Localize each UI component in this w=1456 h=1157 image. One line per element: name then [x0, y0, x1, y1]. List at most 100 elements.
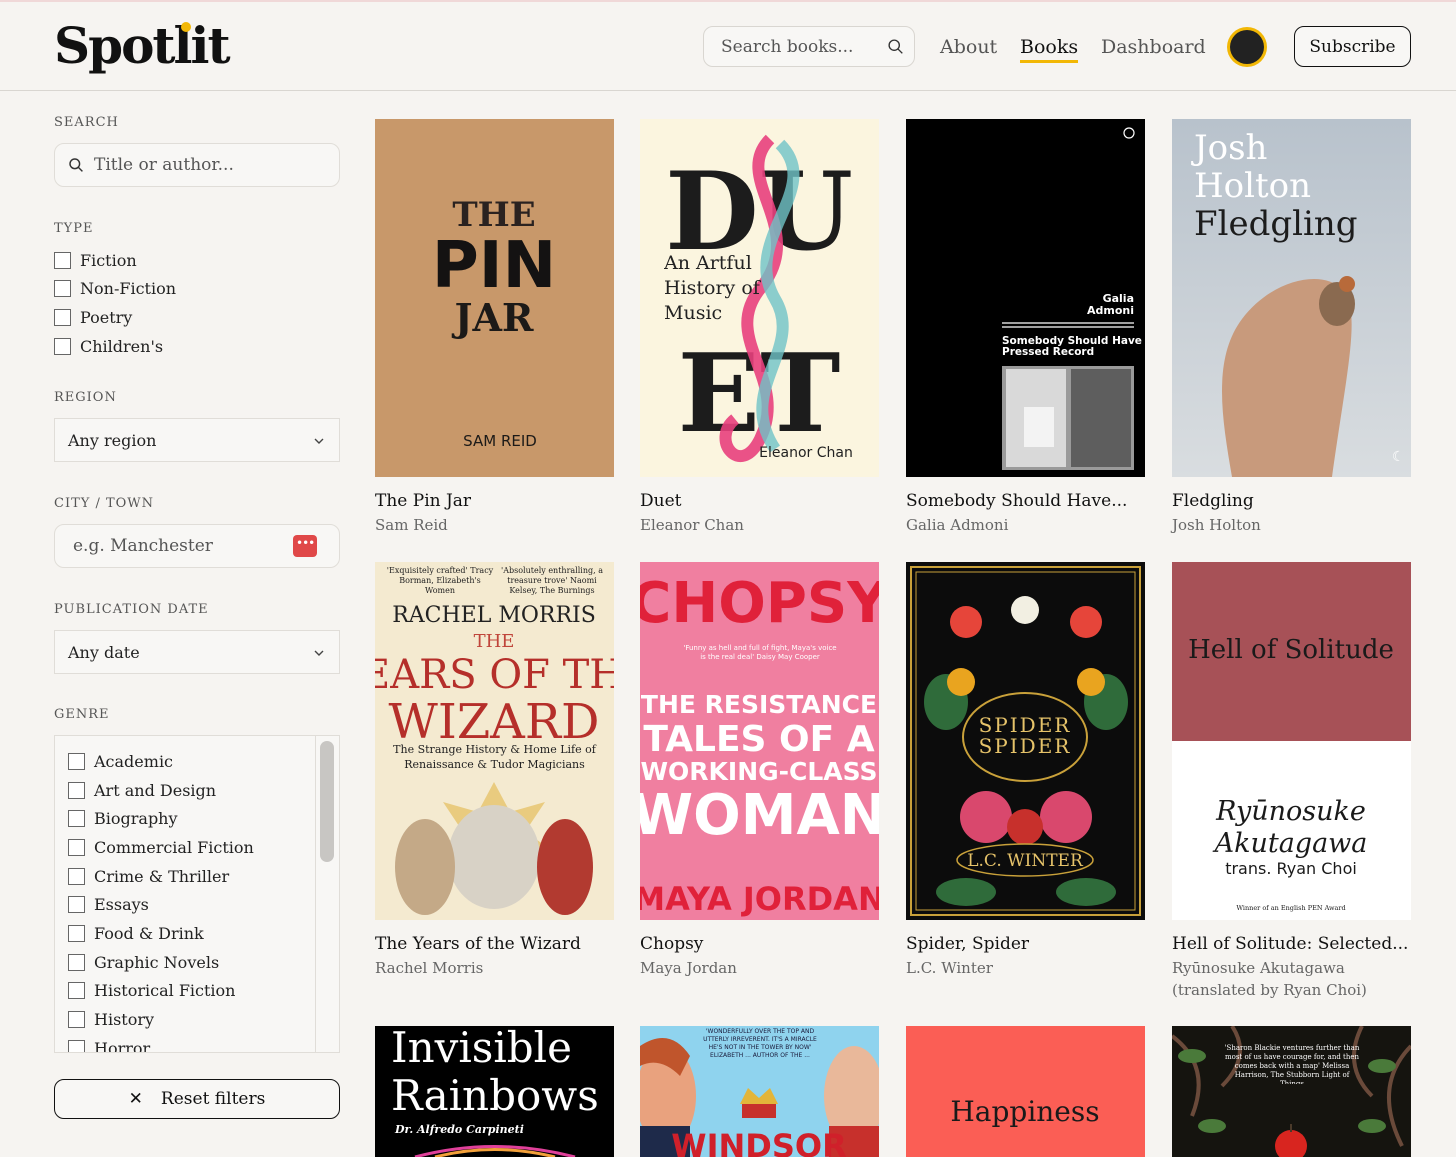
book-author[interactable]: Sam Reid: [375, 514, 448, 536]
book-cover[interactable]: DU ET An Artful History of Music Eleanor…: [640, 119, 879, 477]
search-icon[interactable]: [887, 38, 904, 55]
book-cover[interactable]: SPIDER SPIDER L.C. WINTER: [906, 562, 1145, 920]
genre-filter-label: GENRE: [54, 707, 110, 722]
avatar[interactable]: [1227, 27, 1267, 67]
date-filter-label: PUBLICATION DATE: [54, 602, 209, 617]
svg-text:Invisible: Invisible: [391, 1026, 572, 1072]
book-title[interactable]: Hell of Solitude: Selected...: [1172, 934, 1408, 954]
book-author[interactable]: Maya Jordan: [640, 957, 737, 979]
subscribe-button[interactable]: Subscribe: [1294, 26, 1411, 67]
svg-text:WOMAN: WOMAN: [640, 783, 879, 848]
book-author[interactable]: L.C. Winter: [906, 957, 993, 979]
header-search-input[interactable]: [704, 27, 882, 66]
svg-text:Josh: Josh: [1191, 128, 1267, 168]
type-poetry-checkbox[interactable]: Poetry: [54, 308, 132, 327]
svg-text:Holton: Holton: [1194, 166, 1311, 206]
book-author[interactable]: Galia Admoni: [906, 514, 1008, 536]
svg-text:YEARS OF THE: YEARS OF THE: [375, 652, 614, 698]
genre-scrollbar[interactable]: [315, 736, 339, 1052]
reset-filters-button[interactable]: ✕ Reset filters: [54, 1079, 340, 1119]
region-filter-label: REGION: [54, 390, 117, 405]
book-cover[interactable]: Josh Holton Fledgling ☾: [1172, 119, 1411, 477]
book-title[interactable]: Chopsy: [640, 934, 703, 954]
genre-checkbox[interactable]: Food & Drink: [68, 924, 204, 943]
svg-text:Winner of an English PEN Award: Winner of an English PEN Award: [1236, 904, 1345, 912]
book-author[interactable]: Josh Holton: [1172, 514, 1261, 536]
logo[interactable]: Spotlit: [54, 16, 231, 75]
svg-text:L.C. WINTER: L.C. WINTER: [967, 851, 1084, 871]
city-field: [54, 524, 340, 568]
book-cover[interactable]: CHOPSY 'Funny as hell and full of fight,…: [640, 562, 879, 920]
svg-text:Rainbows: Rainbows: [391, 1071, 599, 1120]
book-cover[interactable]: 'Sharon Blackie ventures further than mo…: [1172, 1026, 1411, 1157]
book-author[interactable]: Ryūnosuke Akutagawa (translated by Ryan …: [1172, 957, 1411, 1001]
book-title[interactable]: Spider, Spider: [906, 934, 1029, 954]
svg-text:Eleanor Chan: Eleanor Chan: [759, 445, 853, 461]
publication-date-select[interactable]: Any date: [54, 630, 340, 674]
genre-checkbox[interactable]: History: [68, 1010, 154, 1029]
nav-dashboard[interactable]: Dashboard: [1101, 36, 1206, 58]
nav-books[interactable]: Books: [1020, 36, 1079, 63]
close-icon: ✕: [128, 1089, 143, 1109]
header-search: [703, 26, 915, 67]
svg-text:Akutagawa: Akutagawa: [1212, 828, 1368, 859]
book-title[interactable]: Duet: [640, 491, 681, 511]
genre-checkbox[interactable]: Biography: [68, 809, 178, 828]
svg-text:Happiness: Happiness: [950, 1095, 1099, 1128]
chevron-down-icon: [314, 650, 324, 656]
nav-about[interactable]: About: [940, 36, 997, 58]
book-title[interactable]: The Years of the Wizard: [375, 934, 581, 954]
city-filter-label: CITY / TOWN: [54, 496, 155, 511]
svg-text:PIN: PIN: [432, 229, 556, 303]
svg-text:Dr. Alfredo Carpineti: Dr. Alfredo Carpineti: [394, 1123, 524, 1136]
city-input[interactable]: [55, 525, 285, 567]
scrollbar-thumb[interactable]: [320, 741, 334, 862]
book-title[interactable]: Fledgling: [1172, 491, 1254, 511]
svg-text:Admoni: Admoni: [1087, 304, 1134, 317]
type-childrens-checkbox[interactable]: Children's: [54, 337, 163, 356]
type-nonfiction-checkbox[interactable]: Non-Fiction: [54, 279, 176, 298]
type-fiction-checkbox[interactable]: Fiction: [54, 251, 137, 270]
svg-text:TALES OF A: TALES OF A: [643, 719, 874, 760]
search-filter-label: SEARCH: [54, 115, 119, 130]
book-cover[interactable]: THE PIN JAR SAM REID: [375, 119, 614, 477]
svg-text:trans. Ryan Choi: trans. Ryan Choi: [1225, 859, 1357, 878]
book-cover[interactable]: Happiness: [906, 1026, 1145, 1157]
svg-text:Ryūnosuke: Ryūnosuke: [1215, 796, 1366, 827]
book-title[interactable]: Somebody Should Have...: [906, 491, 1127, 511]
book-cover[interactable]: Galia Admoni Somebody Should Have Presse…: [906, 119, 1145, 477]
book-cover[interactable]: 'WONDERFULLY OVER THE TOP AND UTTERLY IR…: [640, 1026, 879, 1157]
genre-list[interactable]: Academic Art and Design Biography Commer…: [54, 735, 340, 1053]
genre-checkbox[interactable]: Horror: [68, 1039, 150, 1052]
book-title[interactable]: The Pin Jar: [375, 491, 471, 511]
svg-text:MAYA JORDAN: MAYA JORDAN: [640, 880, 879, 918]
title-author-input[interactable]: [55, 144, 285, 186]
svg-text:JAR: JAR: [451, 295, 533, 340]
svg-text:☾: ☾: [1392, 449, 1405, 465]
logo-dot: [181, 22, 191, 32]
genre-checkbox[interactable]: Historical Fiction: [68, 981, 235, 1000]
chevron-down-icon: [314, 438, 324, 444]
genre-checkbox[interactable]: Essays: [68, 895, 149, 914]
svg-text:RACHEL MORRIS: RACHEL MORRIS: [392, 603, 596, 628]
password-manager-icon[interactable]: [293, 535, 317, 557]
site-header: Spotlit About Books Dashboard Subscribe: [0, 2, 1456, 91]
book-cover[interactable]: Hell of Solitude Ryūnosuke Akutagawa tra…: [1172, 562, 1411, 920]
book-author[interactable]: Rachel Morris: [375, 957, 483, 979]
filter-search-field: [54, 143, 340, 187]
genre-checkbox[interactable]: Crime & Thriller: [68, 867, 229, 886]
svg-text:Pressed Record: Pressed Record: [1002, 346, 1094, 358]
book-cover[interactable]: 'Exquisitely crafted' Tracy Borman, Eliz…: [375, 562, 614, 920]
region-select[interactable]: Any region: [54, 418, 340, 462]
genre-checkbox[interactable]: Graphic Novels: [68, 953, 219, 972]
genre-checkbox[interactable]: Commercial Fiction: [68, 838, 254, 857]
book-cover[interactable]: Invisible Rainbows Dr. Alfredo Carpineti: [375, 1026, 614, 1157]
svg-text:WINDSOR: WINDSOR: [671, 1127, 846, 1157]
svg-text:WORKING-CLASS: WORKING-CLASS: [640, 757, 877, 786]
svg-text:THE RESISTANCE: THE RESISTANCE: [641, 690, 877, 719]
svg-text:SPIDER: SPIDER: [979, 734, 1072, 758]
genre-checkbox[interactable]: Art and Design: [68, 781, 216, 800]
book-author[interactable]: Eleanor Chan: [640, 514, 744, 536]
svg-text:Hell of Solitude: Hell of Solitude: [1188, 635, 1394, 665]
genre-checkbox[interactable]: Academic: [68, 752, 173, 771]
